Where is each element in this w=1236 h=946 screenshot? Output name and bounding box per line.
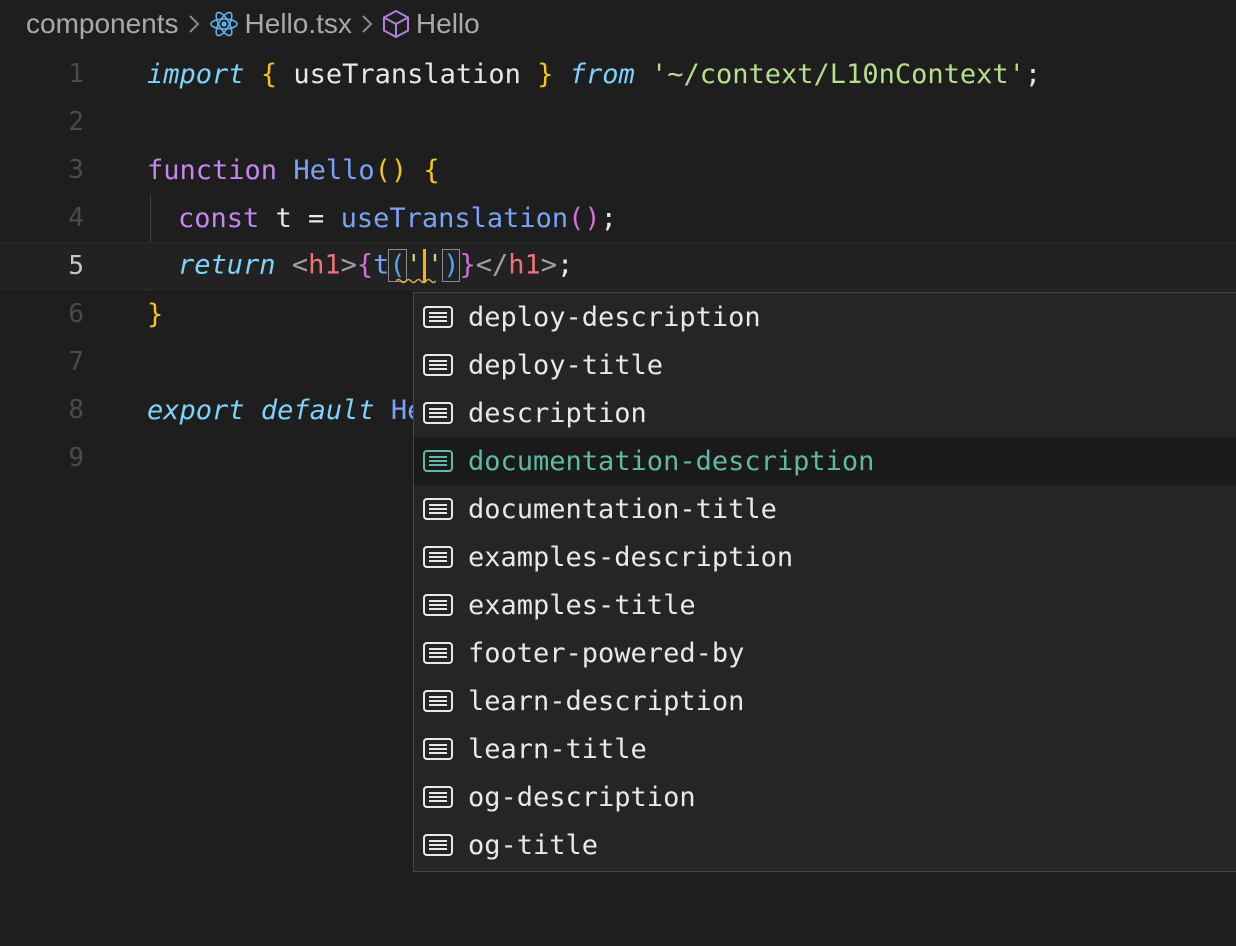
line-number: 6 xyxy=(68,299,84,329)
line-number: 4 xyxy=(68,203,84,233)
suggestion-item[interactable]: examples-title xyxy=(414,581,1236,629)
line-number: 8 xyxy=(68,395,84,425)
suggestion-label: deploy-title xyxy=(468,349,664,381)
code-content: } xyxy=(147,298,164,330)
suggestion-item[interactable]: og-description xyxy=(414,773,1236,821)
code-line-2[interactable]: 2 xyxy=(0,98,1236,146)
code-line-1[interactable]: 1 import { useTranslation } from '~/cont… xyxy=(0,50,1236,98)
code-content: import { useTranslation } from '~/contex… xyxy=(147,58,1042,90)
text-lines-icon xyxy=(422,353,454,377)
suggestion-item[interactable]: deploy-description xyxy=(414,293,1236,341)
text-lines-icon xyxy=(422,785,454,809)
line-number: 2 xyxy=(68,107,84,137)
breadcrumb-file[interactable]: Hello.tsx xyxy=(209,8,352,40)
code-line-4[interactable]: 4 const t = useTranslation(); xyxy=(0,194,1236,242)
code-content: export default He xyxy=(147,394,424,426)
suggestion-label: description xyxy=(468,397,647,429)
suggestion-item[interactable]: documentation-description xyxy=(414,437,1236,485)
suggestion-item[interactable]: footer-powered-by xyxy=(414,629,1236,677)
breadcrumb-folder[interactable]: components xyxy=(26,8,179,40)
text-lines-icon xyxy=(422,593,454,617)
breadcrumb-file-label: Hello.tsx xyxy=(244,8,352,39)
suggestion-item[interactable]: learn-title xyxy=(414,725,1236,773)
line-number: 1 xyxy=(68,59,84,89)
line-number: 7 xyxy=(68,347,84,377)
line-number: 5 xyxy=(68,251,84,281)
text-lines-icon xyxy=(422,497,454,521)
suggestion-item[interactable]: og-title xyxy=(414,821,1236,869)
suggestion-label: documentation-title xyxy=(468,493,777,525)
react-icon xyxy=(209,9,239,39)
text-lines-icon xyxy=(422,833,454,857)
suggestion-item[interactable]: documentation-title xyxy=(414,485,1236,533)
text-lines-icon xyxy=(422,545,454,569)
suggestion-item[interactable]: description xyxy=(414,389,1236,437)
suggestion-label: learn-title xyxy=(468,733,647,765)
suggestion-label: documentation-description xyxy=(468,445,875,477)
breadcrumb: components Hello.tsx Hello xyxy=(26,0,480,48)
suggestion-item[interactable]: examples-description xyxy=(414,533,1236,581)
warning-squiggle xyxy=(396,278,436,284)
code-content: const t = useTranslation(); xyxy=(178,202,617,234)
suggestion-label: examples-description xyxy=(468,541,794,573)
code-line-5[interactable]: 5 return <h1>{t(' ')}</h1>; xyxy=(0,242,1236,290)
line-number: 9 xyxy=(68,443,84,473)
breadcrumb-symbol[interactable]: Hello xyxy=(382,8,480,40)
chevron-right-icon xyxy=(352,13,382,35)
suggestion-list[interactable]: deploy-description deploy-title descriptio… xyxy=(413,292,1236,872)
text-lines-icon xyxy=(422,689,454,713)
code-content: function Hello() { xyxy=(147,154,440,186)
suggestion-item[interactable]: deploy-title xyxy=(414,341,1236,389)
suggestion-label: og-description xyxy=(468,781,696,813)
breadcrumb-symbol-label: Hello xyxy=(415,8,480,39)
suggestion-label: deploy-description xyxy=(468,301,761,333)
cube-icon xyxy=(382,9,410,39)
line-number: 3 xyxy=(68,155,84,185)
text-lines-icon xyxy=(422,737,454,761)
code-content: return <h1>{t(' ')}</h1>; xyxy=(178,248,573,283)
text-lines-icon xyxy=(422,449,454,473)
suggestion-label: learn-description xyxy=(468,685,745,717)
suggestion-label: og-title xyxy=(468,829,599,861)
code-line-3[interactable]: 3 function Hello() { xyxy=(0,146,1236,194)
suggestion-item[interactable]: learn-description xyxy=(414,677,1236,725)
chevron-right-icon xyxy=(179,13,209,35)
text-lines-icon xyxy=(422,641,454,665)
breadcrumb-folder-label: components xyxy=(26,8,179,39)
suggestion-label: examples-title xyxy=(468,589,696,621)
text-lines-icon xyxy=(422,305,454,329)
text-lines-icon xyxy=(422,401,454,425)
suggestion-label: footer-powered-by xyxy=(468,637,745,669)
